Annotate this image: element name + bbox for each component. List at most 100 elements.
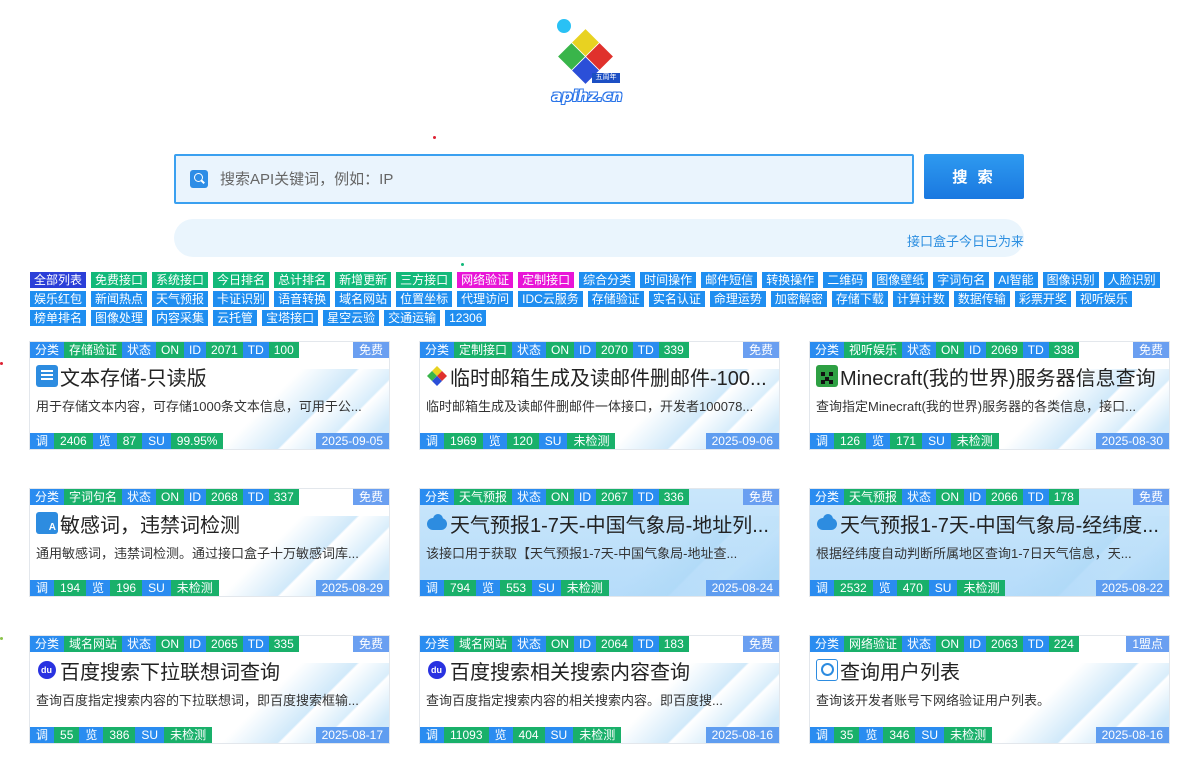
category-label: 分类 [810,489,845,505]
category-tag[interactable]: 榜单排名 [30,310,87,326]
category-label: 分类 [810,636,845,652]
api-card[interactable]: 分类字词句名状态ONID2068TD337 免费敏感词，违禁词检测通用敏感词，违禁… [29,488,390,597]
card-title-row[interactable]: 敏感词，违禁词检测 [36,509,379,537]
category-tag[interactable]: 天气预报 [152,291,209,307]
calls-label: 调 [810,727,835,743]
search-input[interactable] [220,170,880,188]
category-tag[interactable]: 转换操作 [762,272,819,288]
category-tag[interactable]: 新增更新 [335,272,392,288]
category-tag[interactable]: 计算计数 [892,291,949,307]
views-value: 346 [883,727,916,743]
card-title[interactable]: 天气预报1-7天-中国气象局-地址列... [450,509,769,538]
calls-value: 2406 [54,433,93,449]
search-button[interactable]: 搜 索 [924,154,1024,199]
id-value: 2070 [596,342,633,358]
category-tag[interactable]: 数据传输 [953,291,1010,307]
category-tag[interactable]: 存储验证 [587,291,644,307]
card-meta-bar: 分类 定制接口 状态 ON ID 2070 TD 339 [420,342,689,358]
td-value: 224 [1048,636,1079,652]
category-tag[interactable]: 二维码 [823,272,868,288]
search-box[interactable] [174,154,914,204]
card-title[interactable]: 敏感词，违禁词检测 [60,509,240,538]
api-card[interactable]: 分类 天气预报 状态 ON ID 2066 TD 178 免费 天气预报1-7天-中国气象局-经纬… [809,488,1170,597]
category-tag[interactable]: 语音转换 [274,291,331,307]
card-date: 2025-08-17 [315,727,389,743]
card-title[interactable]: Minecraft(我的世界)服务器信息查询 [840,362,1156,391]
category-tag[interactable]: 宝塔接口 [262,310,319,326]
category-tag[interactable]: IDC云服务 [518,291,583,307]
category-tag[interactable]: 综合分类 [579,272,636,288]
td-value: 339 [658,342,689,358]
price-badge: 免费 [1132,342,1169,358]
category-tag[interactable]: 交通运输 [384,310,441,326]
card-title-row[interactable]: 天气预报1-7天-中国气象局-经纬度... [816,509,1159,537]
views-label: 览 [872,580,897,596]
api-card[interactable]: 分类 视听娱乐 状态 ON ID 2069 TD 338 免费 Minecraft(我的世界)服务… [809,341,1170,450]
category-tag[interactable]: 三方接口 [396,272,453,288]
card-title[interactable]: 百度搜索下拉联想词查询 [60,656,280,685]
category-tag[interactable]: 云托管 [213,310,258,326]
su-label: SU [142,433,171,449]
category-tag[interactable]: AI智能 [994,272,1038,288]
api-card[interactable]: 分类域名网站状态ONID2064TD183 免费百度搜索相关搜索内容查询查询百度指… [419,635,780,744]
card-title-row[interactable]: 天气预报1-7天-中国气象局-地址列... [426,509,769,537]
card-description: 临时邮箱生成及读邮件删邮件一体接口，开发者100078... [426,399,754,414]
category-tag[interactable]: 人脸识别 [1103,272,1160,288]
category-tag[interactable]: 娱乐红包 [30,291,87,307]
calls-label: 调 [30,580,55,596]
card-title[interactable]: 查询用户列表 [840,656,960,685]
category-tag[interactable]: 时间操作 [640,272,697,288]
category-tag[interactable]: 加密解密 [770,291,827,307]
card-title[interactable]: 百度搜索相关搜索内容查询 [450,656,690,685]
category-tag[interactable]: 卡证识别 [213,291,270,307]
status-label: 状态 [512,489,547,505]
category-tag[interactable]: 视听娱乐 [1075,291,1132,307]
api-card[interactable]: 分类 存储验证 状态 ON ID 2071 TD 100 免费 文本存储-只读版 用于存储文本内容，… [29,341,390,450]
category-tag[interactable]: 系统接口 [152,272,209,288]
card-title-row[interactable]: 临时邮箱生成及读邮件删邮件-100... [426,362,769,390]
category-tag[interactable]: 全部列表 [30,272,87,288]
category-tag[interactable]: 星空云验 [323,310,380,326]
card-title[interactable]: 天气预报1-7天-中国气象局-经纬度... [840,509,1159,538]
api-card[interactable]: 分类 定制接口 状态 ON ID 2070 TD 339 免费 临时邮箱生成及读邮件删邮件-100… [419,341,780,450]
card-title[interactable]: 临时邮箱生成及读邮件删邮件-100... [450,362,767,391]
category-tag[interactable]: 内容采集 [152,310,209,326]
category-tag[interactable]: 命理运势 [709,291,766,307]
card-stats-bar: 调 55 览 386 SU 未检测 [30,727,213,743]
category-value: 网络验证 [844,636,903,652]
category-tag[interactable]: 存储下载 [831,291,888,307]
category-tag[interactable]: 位置坐标 [396,291,453,307]
category-tag[interactable]: 代理访问 [457,291,514,307]
category-tag[interactable]: 彩票开奖 [1014,291,1071,307]
card-title-row[interactable]: 查询用户列表 [816,656,1159,684]
calls-value: 2532 [834,580,873,596]
category-tag[interactable]: 字词句名 [933,272,990,288]
category-tag[interactable]: 图像壁纸 [872,272,929,288]
category-tag[interactable]: 12306 [445,310,487,326]
category-tag[interactable]: 域名网站 [335,291,392,307]
category-tag[interactable]: 定制接口 [518,272,575,288]
category-tag[interactable]: 新闻热点 [91,291,148,307]
category-tag[interactable]: 今日排名 [213,272,270,288]
category-label: 分类 [30,342,65,358]
category-tag[interactable]: 总计排名 [274,272,331,288]
category-tag[interactable]: 免费接口 [91,272,148,288]
card-title-row[interactable]: 文本存储-只读版 [36,362,379,390]
calls-label: 调 [420,580,445,596]
api-card[interactable]: 分类 天气预报 状态 ON ID 2067 TD 336 免费 天气预报1-7天-中国气象局-地址… [419,488,780,597]
api-card[interactable]: 分类 网络验证 状态 ON ID 2063 TD 224 1盟点 查询用户列表 查询该开发者账号下网… [809,635,1170,744]
category-tag[interactable]: 网络验证 [457,272,514,288]
site-logo[interactable]: 五周年 apihz.cn [545,16,635,108]
category-tag[interactable]: 实名认证 [648,291,705,307]
category-tag[interactable]: 图像识别 [1042,272,1099,288]
price-badge: 免费 [352,489,389,505]
category-value: 定制接口 [454,342,513,358]
category-tag[interactable]: 图像处理 [91,310,148,326]
category-tag[interactable]: 邮件短信 [701,272,758,288]
card-title-row[interactable]: 百度搜索相关搜索内容查询 [426,656,769,684]
card-title[interactable]: 文本存储-只读版 [60,362,207,391]
card-title-row[interactable]: Minecraft(我的世界)服务器信息查询 [816,362,1159,390]
api-card[interactable]: 分类域名网站状态ONID2065TD335 免费百度搜索下拉联想词查询查询百度指定… [29,635,390,744]
card-title-row[interactable]: 百度搜索下拉联想词查询 [36,656,379,684]
card-date: 2025-09-05 [315,433,389,449]
